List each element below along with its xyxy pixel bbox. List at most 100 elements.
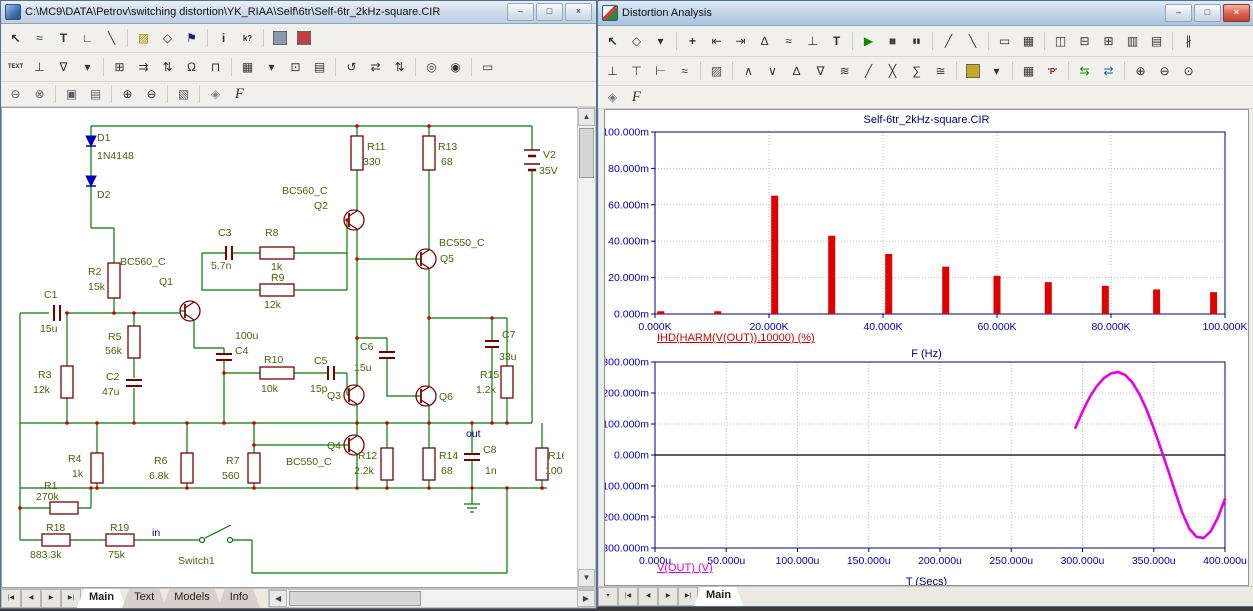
maximize-button[interactable]: □ [1194, 4, 1221, 22]
tab-scroll-button[interactable]: ▶| [61, 589, 81, 608]
analysis-titlebar[interactable]: Distortion Analysis – □ × [598, 1, 1253, 26]
picture-mode-icon[interactable]: ◇ [156, 27, 179, 49]
layout-stack-icon[interactable]: ⊟ [1073, 30, 1096, 52]
cross-icon[interactable]: ╳ [881, 60, 904, 82]
attribute-dropdown-icon[interactable]: ▾ [76, 56, 99, 78]
horizontal-scroll-thumb[interactable] [289, 591, 421, 606]
help-mode-icon[interactable]: k? [236, 27, 259, 49]
tab-scroll-button[interactable]: |◀ [1, 589, 21, 608]
data-table-icon[interactable]: ▦ [1017, 60, 1040, 82]
go-to-icon[interactable] [961, 60, 984, 82]
tab-scroll-button[interactable]: ◀ [638, 587, 658, 606]
scroll-right-button[interactable]: ▶ [577, 590, 595, 607]
close-button[interactable]: × [1223, 4, 1250, 22]
text-stamp-icon[interactable]: TEXT [4, 56, 27, 78]
tab-scroll-button[interactable]: |◀ [618, 587, 638, 606]
waveform-box-icon[interactable]: ⊓ [204, 56, 227, 78]
diagonal-wire-icon[interactable]: ╲ [100, 27, 123, 49]
object-dropdown-icon[interactable]: ▾ [649, 30, 672, 52]
peak-icon[interactable]: ∧ [737, 60, 760, 82]
slope-tag-icon[interactable]: ∆ [753, 30, 776, 52]
probe-icon[interactable]: ⊥ [801, 30, 824, 52]
splitter-icon[interactable]: ∦ [1177, 30, 1200, 52]
signal-label-ihd[interactable]: IHD(HARM(V(OUT)),10000) (%) [657, 332, 815, 344]
pattern-dropdown-icon[interactable]: ▾ [260, 56, 283, 78]
output-waveform-plot[interactable]: 0.000u50.000u100.000u150.000u200.000u250… [605, 358, 1248, 574]
measure-icon[interactable]: ≈ [777, 30, 800, 52]
select-arrow-icon[interactable]: ↖ [4, 27, 27, 49]
tab-main[interactable]: Main [694, 587, 743, 606]
tab-scroll-button[interactable]: ▾ [598, 587, 618, 606]
flip-horizontal-icon[interactable]: ⇄ [364, 56, 387, 78]
vertical-scroll-thumb[interactable] [579, 128, 594, 178]
minimize-button[interactable]: – [1165, 4, 1192, 22]
polyline-icon[interactable]: ╲ [961, 30, 984, 52]
pattern-icon[interactable]: ▦ [236, 56, 259, 78]
region-icon[interactable]: ▭ [476, 56, 499, 78]
graph-object-icon[interactable]: ◇ [625, 30, 648, 52]
swap-icon[interactable]: ⇅ [156, 56, 179, 78]
layout-wide-icon[interactable]: ▥ [1121, 30, 1144, 52]
accumulate-icon[interactable]: ⇄ [1097, 60, 1120, 82]
close-circle-icon[interactable]: ⊗ [28, 83, 51, 105]
attribute-icon[interactable]: ∇ [52, 56, 75, 78]
envelope-icon[interactable]: ≅ [929, 60, 952, 82]
mode-icon[interactable]: ◈ [204, 83, 227, 105]
scroll-left-button[interactable]: ◀ [269, 590, 287, 607]
layout-grid-icon[interactable]: ⊞ [1097, 30, 1120, 52]
tab-models[interactable]: Models [162, 589, 221, 608]
wire-mode-icon[interactable]: ∟ [76, 27, 99, 49]
graphics-mode-icon[interactable]: ▨ [132, 27, 155, 49]
fall-icon[interactable]: ∇ [809, 60, 832, 82]
palette-icon[interactable] [292, 27, 315, 49]
zoom-in-icon[interactable]: ⊕ [1129, 60, 1152, 82]
signal-label-vout[interactable]: V(OUT) (V) [657, 562, 713, 574]
minimize-button[interactable]: – [507, 3, 534, 21]
zoom-out-icon[interactable]: ⊖ [1153, 60, 1176, 82]
scroll-down-button[interactable]: ▼ [578, 569, 595, 587]
copy-icon[interactable]: ▣ [60, 83, 83, 105]
normalize-icon[interactable]: ⇆ [1073, 60, 1096, 82]
probe-next-icon[interactable]: ⊢ [649, 60, 672, 82]
vertical-tag-icon[interactable]: ⇥ [729, 30, 752, 52]
find-next-icon[interactable]: ◉ [444, 56, 467, 78]
border-icon[interactable]: ⊡ [284, 56, 307, 78]
panel-grid-icon[interactable]: ▦ [1017, 30, 1040, 52]
maximize-button[interactable]: □ [536, 3, 563, 21]
flip-vertical-icon[interactable]: ⇅ [388, 56, 411, 78]
component-mode-icon[interactable]: ≈ [28, 27, 51, 49]
sum-icon[interactable]: ∑ [905, 60, 928, 82]
panel-box-icon[interactable]: ▭ [993, 30, 1016, 52]
zoom-in-icon[interactable]: ⊕ [116, 83, 139, 105]
scroll-up-button[interactable]: ▲ [578, 108, 595, 126]
magnify-icon[interactable]: ⊙ [1177, 60, 1200, 82]
negate-icon[interactable]: ▨ [705, 60, 728, 82]
rise-icon[interactable]: ∆ [785, 60, 808, 82]
text-mode-icon[interactable]: T [825, 30, 848, 52]
probe-up-icon[interactable]: ⊤ [625, 60, 648, 82]
text-mode-icon[interactable]: T [52, 27, 75, 49]
step-icon[interactable]: ⇉ [132, 56, 155, 78]
vertical-scrollbar[interactable]: ▲ ▼ [577, 107, 596, 588]
info-circle-icon[interactable]: ⊖ [4, 83, 27, 105]
info-mode-icon[interactable]: i [212, 27, 235, 49]
go-to-dropdown-icon[interactable]: ▾ [985, 60, 1008, 82]
slope-up-icon[interactable]: ╱ [857, 60, 880, 82]
wave-icon[interactable]: ≋ [833, 60, 856, 82]
schematic-titlebar[interactable]: C:\MC9\DATA\Petrov\switching distortion\… [1, 1, 596, 24]
p-key-icon[interactable]: 'P' [1041, 60, 1064, 82]
layout-columns-icon[interactable]: ◫ [1049, 30, 1072, 52]
horizontal-scroll-track[interactable] [287, 590, 577, 607]
horizontal-tag-icon[interactable]: ⇤ [705, 30, 728, 52]
run-button[interactable]: ▶ [857, 30, 880, 52]
zoom-out-icon[interactable]: ⊖ [140, 83, 163, 105]
smooth-wave-icon[interactable]: ≈ [673, 60, 696, 82]
resistor-icon[interactable]: Ω [180, 56, 203, 78]
rotate-icon[interactable]: ↺ [340, 56, 363, 78]
stop-button[interactable]: ■ [881, 30, 904, 52]
snapshot-icon[interactable]: ▧ [172, 83, 195, 105]
find-icon[interactable]: ◎ [420, 56, 443, 78]
paste-icon[interactable]: ▤ [84, 83, 107, 105]
line-icon[interactable]: ╱ [937, 30, 960, 52]
tab-text[interactable]: Text [122, 589, 166, 608]
